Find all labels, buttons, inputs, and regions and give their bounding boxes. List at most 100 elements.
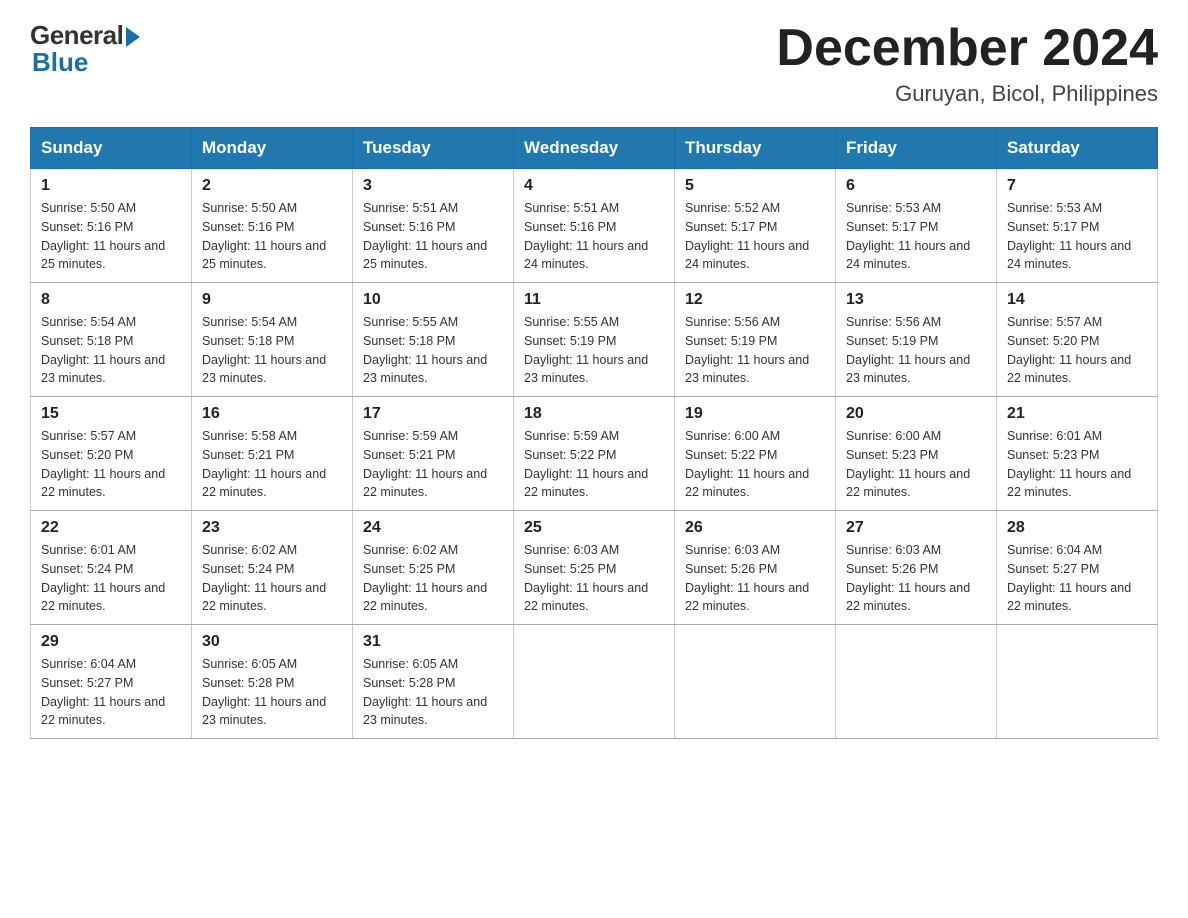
calendar-table: Sunday Monday Tuesday Wednesday Thursday… [30, 127, 1158, 739]
table-row [836, 625, 997, 739]
table-row: 17 Sunrise: 5:59 AM Sunset: 5:21 PM Dayl… [353, 397, 514, 511]
day-info: Sunrise: 6:04 AM Sunset: 5:27 PM Dayligh… [1007, 541, 1147, 616]
day-info: Sunrise: 5:57 AM Sunset: 5:20 PM Dayligh… [1007, 313, 1147, 388]
day-number: 23 [202, 519, 342, 537]
day-info: Sunrise: 5:55 AM Sunset: 5:19 PM Dayligh… [524, 313, 664, 388]
day-info: Sunrise: 5:57 AM Sunset: 5:20 PM Dayligh… [41, 427, 181, 502]
day-info: Sunrise: 5:55 AM Sunset: 5:18 PM Dayligh… [363, 313, 503, 388]
day-info: Sunrise: 5:51 AM Sunset: 5:16 PM Dayligh… [363, 199, 503, 274]
logo-arrow-icon [126, 27, 140, 47]
day-info: Sunrise: 6:01 AM Sunset: 5:24 PM Dayligh… [41, 541, 181, 616]
table-row: 18 Sunrise: 5:59 AM Sunset: 5:22 PM Dayl… [514, 397, 675, 511]
table-row: 6 Sunrise: 5:53 AM Sunset: 5:17 PM Dayli… [836, 169, 997, 283]
day-number: 5 [685, 177, 825, 195]
day-info: Sunrise: 5:56 AM Sunset: 5:19 PM Dayligh… [685, 313, 825, 388]
calendar-week-row: 22 Sunrise: 6:01 AM Sunset: 5:24 PM Dayl… [31, 511, 1158, 625]
day-number: 21 [1007, 405, 1147, 423]
day-info: Sunrise: 5:54 AM Sunset: 5:18 PM Dayligh… [41, 313, 181, 388]
table-row: 15 Sunrise: 5:57 AM Sunset: 5:20 PM Dayl… [31, 397, 192, 511]
day-number: 18 [524, 405, 664, 423]
table-row: 19 Sunrise: 6:00 AM Sunset: 5:22 PM Dayl… [675, 397, 836, 511]
day-info: Sunrise: 5:50 AM Sunset: 5:16 PM Dayligh… [202, 199, 342, 274]
day-info: Sunrise: 6:04 AM Sunset: 5:27 PM Dayligh… [41, 655, 181, 730]
day-number: 27 [846, 519, 986, 537]
day-number: 3 [363, 177, 503, 195]
day-number: 14 [1007, 291, 1147, 309]
table-row [675, 625, 836, 739]
table-row: 14 Sunrise: 5:57 AM Sunset: 5:20 PM Dayl… [997, 283, 1158, 397]
table-row [514, 625, 675, 739]
table-row: 3 Sunrise: 5:51 AM Sunset: 5:16 PM Dayli… [353, 169, 514, 283]
calendar-week-row: 1 Sunrise: 5:50 AM Sunset: 5:16 PM Dayli… [31, 169, 1158, 283]
day-info: Sunrise: 5:59 AM Sunset: 5:21 PM Dayligh… [363, 427, 503, 502]
day-number: 13 [846, 291, 986, 309]
page-header: General Blue December 2024 Guruyan, Bico… [30, 20, 1158, 107]
table-row [997, 625, 1158, 739]
day-number: 2 [202, 177, 342, 195]
table-row: 21 Sunrise: 6:01 AM Sunset: 5:23 PM Dayl… [997, 397, 1158, 511]
table-row: 27 Sunrise: 6:03 AM Sunset: 5:26 PM Dayl… [836, 511, 997, 625]
day-info: Sunrise: 6:03 AM Sunset: 5:25 PM Dayligh… [524, 541, 664, 616]
day-number: 7 [1007, 177, 1147, 195]
col-tuesday: Tuesday [353, 128, 514, 169]
table-row: 2 Sunrise: 5:50 AM Sunset: 5:16 PM Dayli… [192, 169, 353, 283]
logo: General Blue [30, 20, 140, 78]
day-info: Sunrise: 6:00 AM Sunset: 5:23 PM Dayligh… [846, 427, 986, 502]
col-thursday: Thursday [675, 128, 836, 169]
table-row: 29 Sunrise: 6:04 AM Sunset: 5:27 PM Dayl… [31, 625, 192, 739]
table-row: 25 Sunrise: 6:03 AM Sunset: 5:25 PM Dayl… [514, 511, 675, 625]
day-info: Sunrise: 5:51 AM Sunset: 5:16 PM Dayligh… [524, 199, 664, 274]
day-number: 15 [41, 405, 181, 423]
day-number: 19 [685, 405, 825, 423]
day-info: Sunrise: 5:56 AM Sunset: 5:19 PM Dayligh… [846, 313, 986, 388]
day-info: Sunrise: 6:03 AM Sunset: 5:26 PM Dayligh… [685, 541, 825, 616]
day-number: 1 [41, 177, 181, 195]
table-row: 10 Sunrise: 5:55 AM Sunset: 5:18 PM Dayl… [353, 283, 514, 397]
col-wednesday: Wednesday [514, 128, 675, 169]
table-row: 4 Sunrise: 5:51 AM Sunset: 5:16 PM Dayli… [514, 169, 675, 283]
day-info: Sunrise: 6:05 AM Sunset: 5:28 PM Dayligh… [202, 655, 342, 730]
day-info: Sunrise: 6:00 AM Sunset: 5:22 PM Dayligh… [685, 427, 825, 502]
table-row: 5 Sunrise: 5:52 AM Sunset: 5:17 PM Dayli… [675, 169, 836, 283]
table-row: 28 Sunrise: 6:04 AM Sunset: 5:27 PM Dayl… [997, 511, 1158, 625]
table-row: 30 Sunrise: 6:05 AM Sunset: 5:28 PM Dayl… [192, 625, 353, 739]
table-row: 31 Sunrise: 6:05 AM Sunset: 5:28 PM Dayl… [353, 625, 514, 739]
day-number: 31 [363, 633, 503, 651]
day-number: 24 [363, 519, 503, 537]
location-subtitle: Guruyan, Bicol, Philippines [776, 81, 1158, 107]
day-info: Sunrise: 5:50 AM Sunset: 5:16 PM Dayligh… [41, 199, 181, 274]
month-title: December 2024 [776, 20, 1158, 77]
table-row: 7 Sunrise: 5:53 AM Sunset: 5:17 PM Dayli… [997, 169, 1158, 283]
day-info: Sunrise: 5:53 AM Sunset: 5:17 PM Dayligh… [846, 199, 986, 274]
day-number: 28 [1007, 519, 1147, 537]
table-row: 24 Sunrise: 6:02 AM Sunset: 5:25 PM Dayl… [353, 511, 514, 625]
day-info: Sunrise: 5:58 AM Sunset: 5:21 PM Dayligh… [202, 427, 342, 502]
col-saturday: Saturday [997, 128, 1158, 169]
table-row: 16 Sunrise: 5:58 AM Sunset: 5:21 PM Dayl… [192, 397, 353, 511]
col-sunday: Sunday [31, 128, 192, 169]
table-row: 12 Sunrise: 5:56 AM Sunset: 5:19 PM Dayl… [675, 283, 836, 397]
calendar-week-row: 29 Sunrise: 6:04 AM Sunset: 5:27 PM Dayl… [31, 625, 1158, 739]
day-number: 22 [41, 519, 181, 537]
day-info: Sunrise: 6:02 AM Sunset: 5:24 PM Dayligh… [202, 541, 342, 616]
day-info: Sunrise: 5:54 AM Sunset: 5:18 PM Dayligh… [202, 313, 342, 388]
table-row: 20 Sunrise: 6:00 AM Sunset: 5:23 PM Dayl… [836, 397, 997, 511]
table-row: 9 Sunrise: 5:54 AM Sunset: 5:18 PM Dayli… [192, 283, 353, 397]
day-number: 16 [202, 405, 342, 423]
table-row: 11 Sunrise: 5:55 AM Sunset: 5:19 PM Dayl… [514, 283, 675, 397]
table-row: 1 Sunrise: 5:50 AM Sunset: 5:16 PM Dayli… [31, 169, 192, 283]
day-number: 4 [524, 177, 664, 195]
day-number: 26 [685, 519, 825, 537]
day-number: 29 [41, 633, 181, 651]
day-info: Sunrise: 5:53 AM Sunset: 5:17 PM Dayligh… [1007, 199, 1147, 274]
table-row: 23 Sunrise: 6:02 AM Sunset: 5:24 PM Dayl… [192, 511, 353, 625]
day-info: Sunrise: 6:02 AM Sunset: 5:25 PM Dayligh… [363, 541, 503, 616]
day-number: 9 [202, 291, 342, 309]
col-friday: Friday [836, 128, 997, 169]
table-row: 8 Sunrise: 5:54 AM Sunset: 5:18 PM Dayli… [31, 283, 192, 397]
day-info: Sunrise: 6:03 AM Sunset: 5:26 PM Dayligh… [846, 541, 986, 616]
day-number: 12 [685, 291, 825, 309]
day-info: Sunrise: 6:01 AM Sunset: 5:23 PM Dayligh… [1007, 427, 1147, 502]
day-info: Sunrise: 5:59 AM Sunset: 5:22 PM Dayligh… [524, 427, 664, 502]
table-row: 22 Sunrise: 6:01 AM Sunset: 5:24 PM Dayl… [31, 511, 192, 625]
